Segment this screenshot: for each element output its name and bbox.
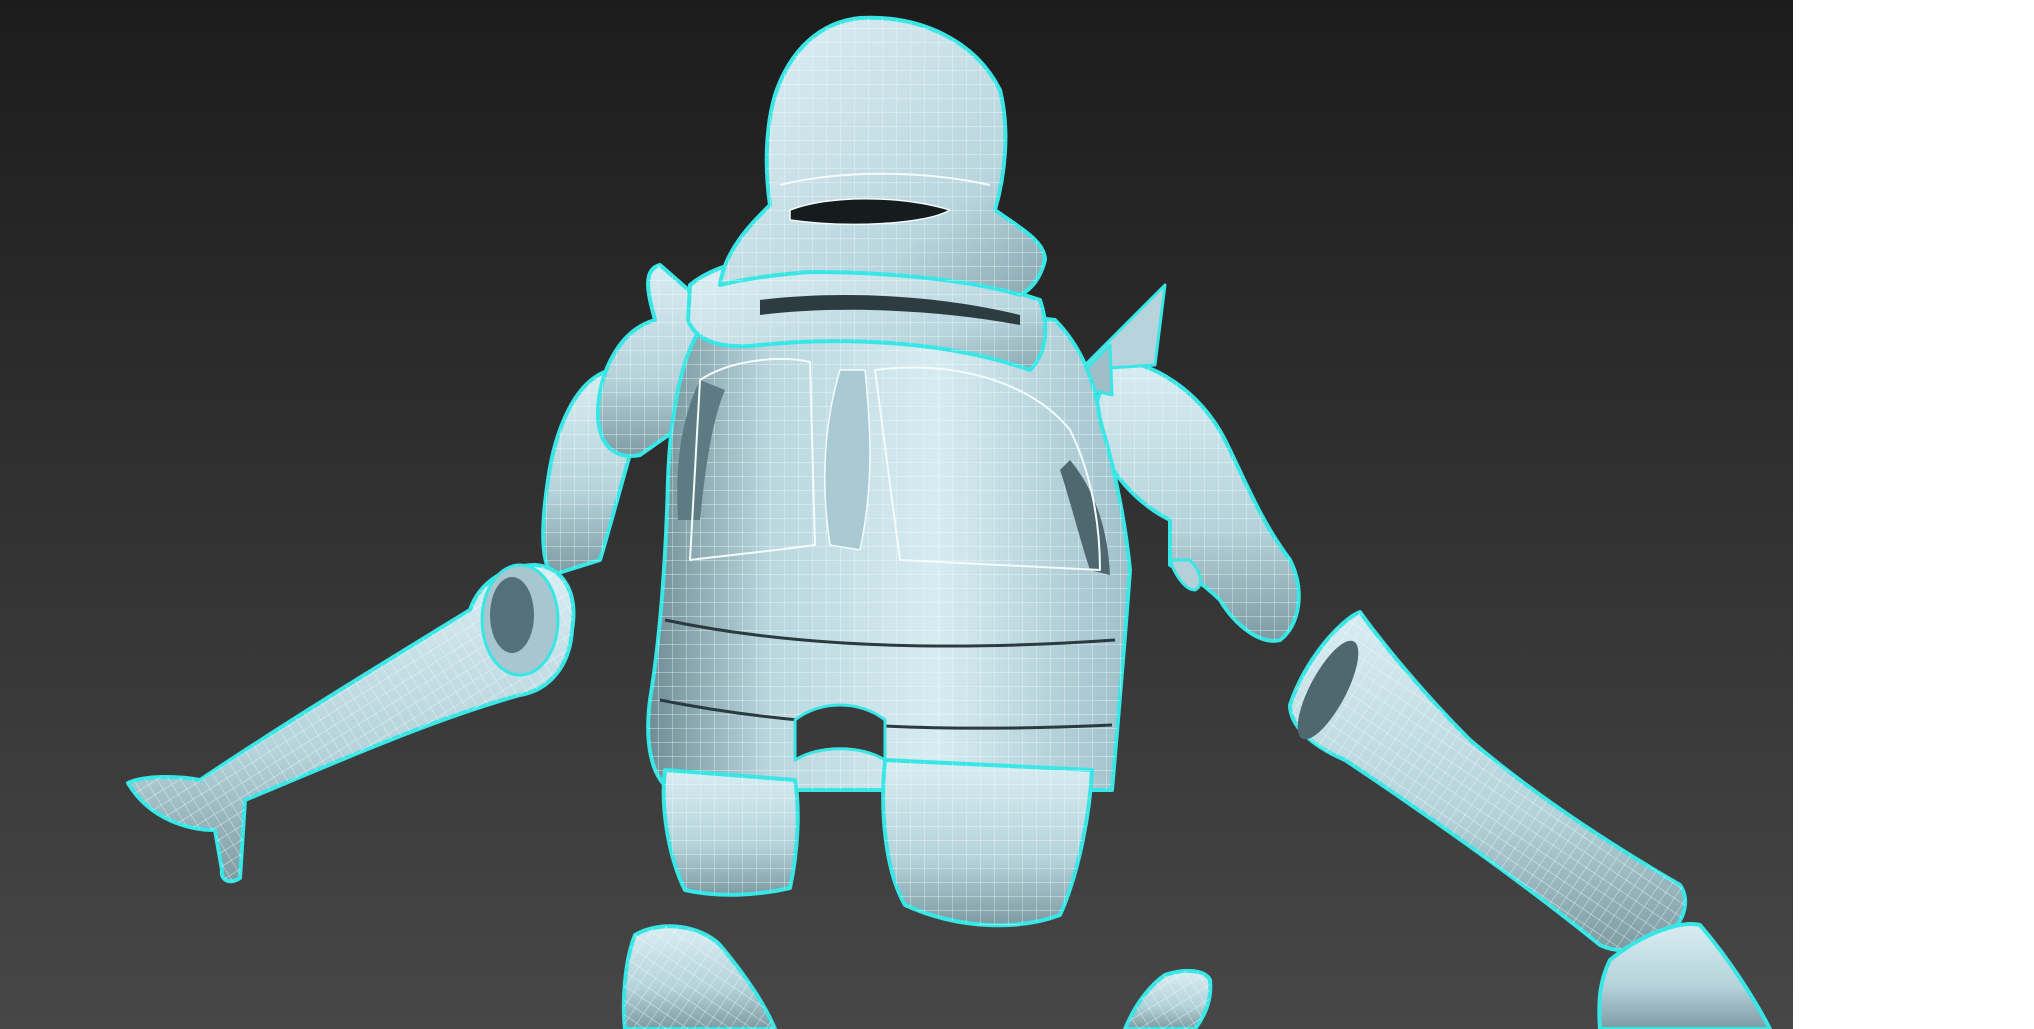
blank-side-panel xyxy=(1793,0,2034,1029)
3d-viewport[interactable] xyxy=(0,0,1793,1029)
cuirass[interactable] xyxy=(646,311,1132,792)
viewport-canvas[interactable] xyxy=(0,0,1793,1029)
left-gauntlet-cuff-inner xyxy=(490,577,534,653)
